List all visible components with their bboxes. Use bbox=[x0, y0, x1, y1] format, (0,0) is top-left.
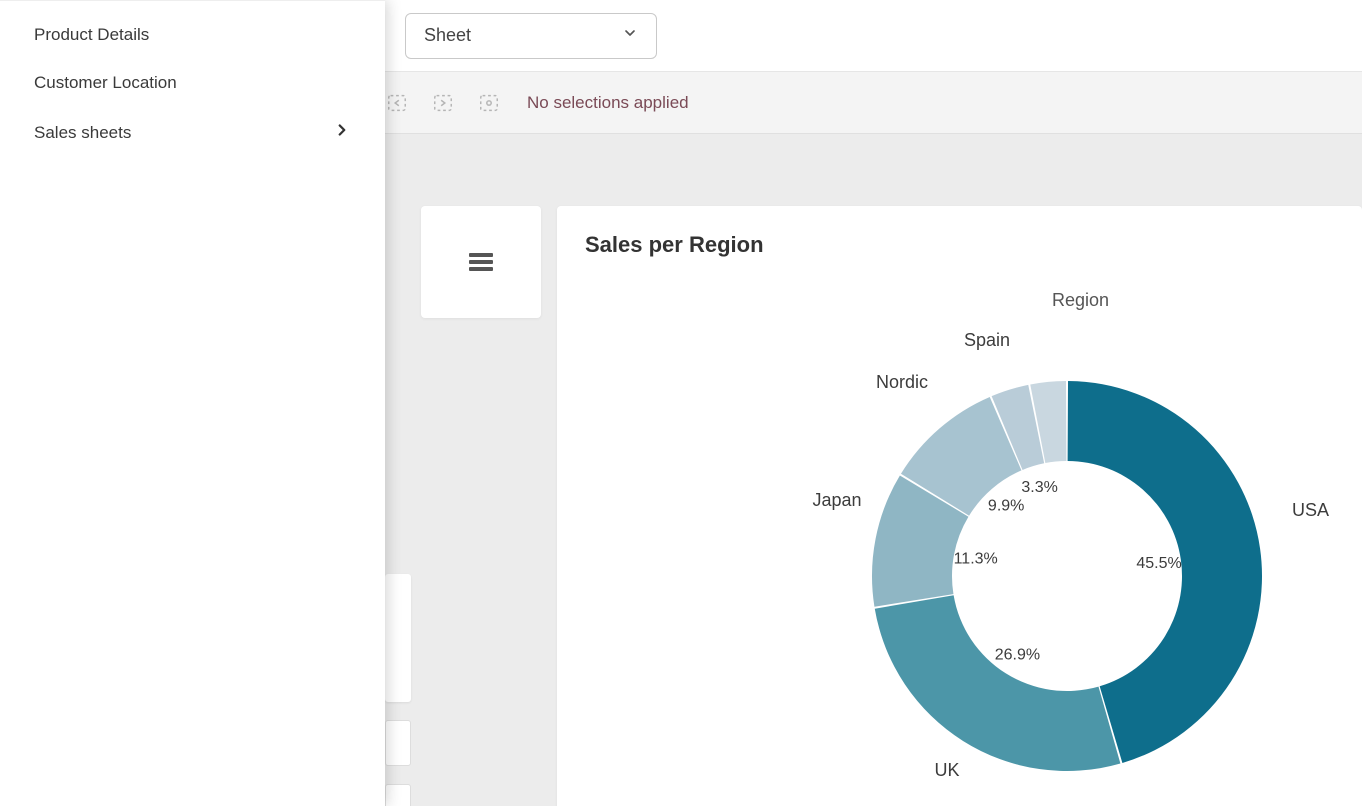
main-area: Sheet No selections applied bbox=[385, 0, 1362, 806]
pie-label-spain: Spain bbox=[964, 330, 1010, 350]
pie-label-uk: UK bbox=[934, 760, 959, 780]
sidebar-item-label: Customer Location bbox=[34, 73, 177, 93]
donut-chart[interactable]: 45.5%USA26.9%UK11.3%Japan9.9%Nordic3.3%S… bbox=[817, 356, 1357, 796]
chevron-right-icon bbox=[333, 121, 351, 144]
pie-pct-uk: 26.9% bbox=[995, 647, 1040, 664]
sidebar-item-label: Sales sheets bbox=[34, 123, 131, 143]
pie-pct-usa: 45.5% bbox=[1136, 555, 1181, 572]
pie-pct-nordic: 9.9% bbox=[988, 498, 1024, 515]
pie-pct-spain: 3.3% bbox=[1021, 479, 1057, 496]
pie-label-usa: USA bbox=[1292, 500, 1329, 520]
chart-legend-title: Region bbox=[1052, 290, 1109, 311]
hamburger-icon bbox=[469, 250, 493, 274]
selection-clear-icon[interactable] bbox=[477, 91, 501, 115]
chart-card[interactable]: Sales per Region Region 45.5% USA 26.9% UK 1… bbox=[557, 206, 1362, 806]
stub-card[interactable] bbox=[385, 574, 411, 702]
sidebar-item-sales-sheets[interactable]: Sales sheets bbox=[0, 107, 385, 158]
sidebar: Product Details Customer Location Sales … bbox=[0, 0, 385, 806]
chart-title: Sales per Region bbox=[585, 232, 1334, 258]
pie-label-nordic: Nordic bbox=[876, 372, 928, 392]
sidebar-item-customer-location[interactable]: Customer Location bbox=[0, 59, 385, 107]
selections-status-text: No selections applied bbox=[527, 93, 689, 113]
selection-forward-icon[interactable] bbox=[431, 91, 455, 115]
pie-pct-japan: 11.3% bbox=[954, 550, 998, 567]
sidebar-item-label: Product Details bbox=[34, 25, 149, 45]
pie-label-japan: Japan bbox=[812, 490, 861, 510]
sidebar-item-product-details[interactable]: Product Details bbox=[0, 11, 385, 59]
stub-card[interactable] bbox=[385, 720, 411, 766]
stub-card[interactable] bbox=[385, 784, 411, 806]
menu-button-card[interactable] bbox=[421, 206, 541, 318]
selection-back-icon[interactable] bbox=[385, 91, 409, 115]
chevron-down-icon bbox=[622, 25, 638, 46]
top-toolbar: Sheet bbox=[385, 0, 1362, 72]
sheet-selector-dropdown[interactable]: Sheet bbox=[405, 13, 657, 59]
sheet-selector-label: Sheet bbox=[424, 25, 471, 46]
sheet-canvas: Sales per Region Region 45.5% USA 26.9% UK 1… bbox=[385, 134, 1362, 806]
pie-slice-uk[interactable] bbox=[875, 595, 1121, 771]
selections-bar: No selections applied bbox=[385, 72, 1362, 134]
left-stub-column bbox=[385, 574, 411, 806]
